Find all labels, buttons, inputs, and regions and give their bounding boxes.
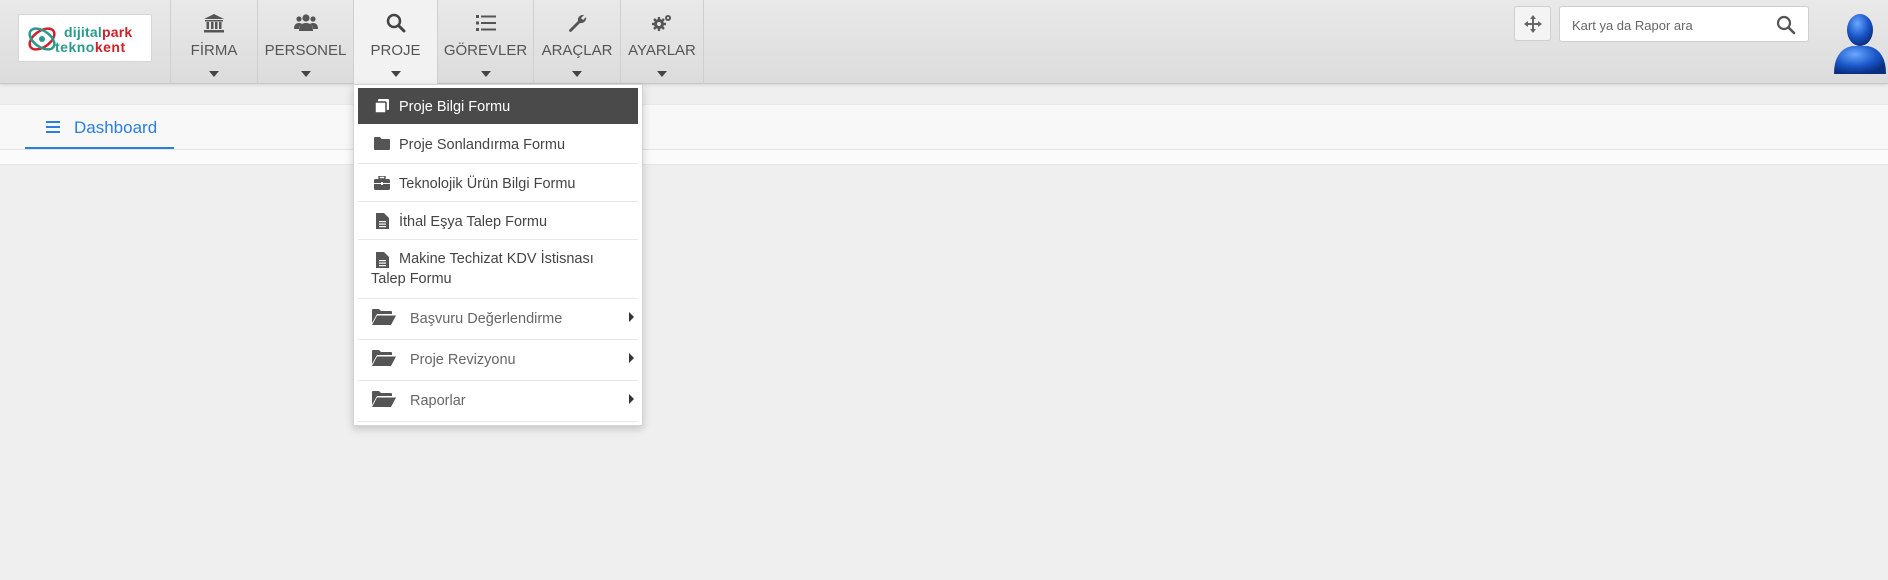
- chevron-right-icon: [629, 312, 634, 322]
- submenu-raporlar[interactable]: Raporlar: [358, 381, 638, 422]
- nav-label: FİRMA: [190, 42, 238, 59]
- nav-label: AYARLAR: [628, 42, 696, 59]
- search-box: [1559, 6, 1809, 42]
- menu-item-proje-bilgi-formu[interactable]: Proje Bilgi Formu: [358, 88, 638, 124]
- folder-open-icon: [372, 391, 396, 407]
- chevron-down-icon: [209, 71, 219, 77]
- cogs-icon: [652, 15, 671, 31]
- nav-label: GÖREVLER: [443, 42, 528, 59]
- submenu-label: Raporlar: [410, 393, 466, 409]
- nav-gorevler[interactable]: GÖREVLER: [437, 0, 533, 84]
- clone-icon: [374, 99, 389, 114]
- folder-open-icon: [372, 350, 396, 366]
- arrows-move-icon: [1524, 15, 1542, 33]
- list-icon: [475, 15, 496, 31]
- main-nav: FİRMA PERSONEL PROJE GÖREVLER ARAÇLAR AY…: [170, 0, 704, 84]
- move-button[interactable]: [1514, 6, 1551, 41]
- file-icon: [376, 213, 389, 229]
- logo-text-bottom: teknokent: [55, 39, 126, 55]
- content-header-bar: [0, 150, 1888, 165]
- chevron-right-icon: [629, 394, 634, 404]
- company-logo[interactable]: dijitalpark teknokent: [18, 14, 152, 62]
- menu-item-label: İthal Eşya Talep Formu: [399, 214, 548, 230]
- nav-label: PROJE: [370, 42, 421, 59]
- menu-item-teknolojik-urun-bilgi-formu[interactable]: Teknolojik Ürün Bilgi Formu: [358, 164, 638, 202]
- search-icon[interactable]: [1776, 15, 1796, 35]
- folder-icon: [374, 137, 390, 150]
- bars-icon: [46, 121, 60, 133]
- tab-label: Dashboard: [74, 118, 158, 137]
- submenu-proje-revizyonu[interactable]: Proje Revizyonu: [358, 340, 638, 381]
- chevron-down-icon: [300, 71, 311, 77]
- user-avatar-icon[interactable]: [1830, 10, 1888, 74]
- nav-personel[interactable]: PERSONEL: [257, 0, 353, 84]
- submenu-label: Başvuru Değerlendirme: [410, 311, 563, 327]
- logo-icon: [28, 27, 56, 51]
- search-icon: [386, 13, 405, 33]
- nav-proje[interactable]: PROJE: [353, 0, 437, 84]
- chevron-down-icon: [657, 71, 667, 77]
- nav-araclar[interactable]: ARAÇLAR: [533, 0, 620, 84]
- menu-item-label: Makine Techizat KDV İstisnası Talep Form…: [371, 251, 594, 287]
- nav-label: ARAÇLAR: [541, 42, 613, 59]
- submenu-basvuru-degerlendirme[interactable]: Başvuru Değerlendirme: [358, 299, 638, 340]
- nav-firma[interactable]: FİRMA: [170, 0, 257, 84]
- briefcase-icon: [374, 176, 390, 190]
- chevron-down-icon: [390, 71, 401, 77]
- wrench-icon: [569, 14, 587, 32]
- top-navbar: dijitalpark teknokent FİRMA PERSONEL PRO…: [0, 0, 1888, 84]
- submenu-label: Proje Revizyonu: [410, 352, 516, 368]
- menu-item-label: Teknolojik Ürün Bilgi Formu: [399, 176, 576, 192]
- menu-item-label: Proje Sonlandırma Formu: [399, 137, 566, 153]
- folder-open-icon: [372, 309, 396, 325]
- search-input[interactable]: [1572, 16, 1762, 34]
- nav-ayarlar[interactable]: AYARLAR: [620, 0, 704, 84]
- tab-strip: Dashboard: [0, 104, 1888, 150]
- users-icon: [293, 14, 318, 31]
- chevron-down-icon: [480, 71, 491, 77]
- nav-label: PERSONEL: [264, 42, 347, 59]
- tab-dashboard[interactable]: Dashboard: [25, 105, 174, 149]
- proje-dropdown-menu: Proje Bilgi Formu Proje Sonlandırma Form…: [353, 84, 643, 426]
- menu-item-label: Proje Bilgi Formu: [399, 99, 511, 115]
- menu-item-ithal-esya-talep-formu[interactable]: İthal Eşya Talep Formu: [358, 202, 638, 240]
- logo-text-top: dijitalpark: [64, 24, 133, 40]
- menu-item-proje-sonlandirma-formu[interactable]: Proje Sonlandırma Formu: [358, 126, 638, 164]
- bank-icon: [204, 14, 224, 33]
- chevron-down-icon: [572, 71, 582, 77]
- menu-item-makine-techizat-kdv[interactable]: Makine Techizat KDV İstisnası Talep Form…: [358, 240, 638, 299]
- chevron-right-icon: [629, 353, 634, 363]
